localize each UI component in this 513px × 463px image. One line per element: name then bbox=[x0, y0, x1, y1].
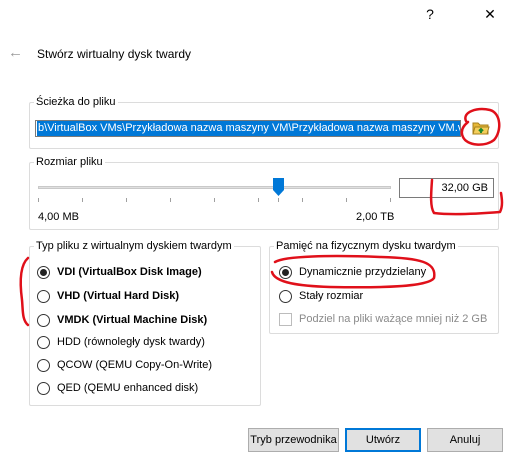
guided-mode-button[interactable]: Tryb przewodnika bbox=[248, 428, 339, 452]
radio-dynamic-button[interactable] bbox=[279, 265, 292, 279]
file-path-input[interactable]: b\VirtualBox VMs\Przykładowa nazwa maszy… bbox=[35, 120, 461, 137]
file-path-value: b\VirtualBox VMs\Przykładowa nazwa maszy… bbox=[37, 121, 460, 136]
radio-hdd[interactable]: HDD (równoległy dysk twardy) bbox=[37, 334, 205, 350]
radio-qcow-label: QCOW (QEMU Copy-On-Write) bbox=[57, 359, 213, 371]
split-checkbox[interactable] bbox=[279, 312, 292, 326]
size-slider-ticks bbox=[38, 198, 391, 203]
radio-dynamic[interactable]: Dynamicznie przydzielany bbox=[279, 264, 426, 280]
radio-fixed-button[interactable] bbox=[279, 289, 292, 303]
radio-vdi-button[interactable] bbox=[37, 265, 50, 279]
choose-file-button[interactable] bbox=[470, 117, 492, 139]
radio-qcow-button[interactable] bbox=[37, 358, 50, 372]
radio-qed[interactable]: QED (QEMU enhanced disk) bbox=[37, 380, 198, 396]
radio-vdi-label: VDI (VirtualBox Disk Image) bbox=[57, 266, 202, 278]
radio-qed-label: QED (QEMU enhanced disk) bbox=[57, 382, 199, 394]
radio-vmdk-label: VMDK (Virtual Machine Disk) bbox=[57, 314, 208, 326]
annotation-type-bracket bbox=[19, 256, 30, 327]
size-min-label: 4,00 MB bbox=[38, 211, 79, 223]
file-type-legend: Typ pliku z wirtualnym dyskiem twardym bbox=[36, 240, 232, 252]
file-size-legend: Rozmiar pliku bbox=[36, 156, 103, 168]
size-input[interactable]: 32,00 GB bbox=[399, 178, 494, 198]
back-arrow-icon[interactable]: ← bbox=[8, 44, 23, 61]
split-checkbox-row[interactable]: Podziel na pliki ważące mniej niż 2 GB bbox=[279, 311, 487, 327]
radio-vmdk-button[interactable] bbox=[37, 313, 50, 327]
radio-vdi[interactable]: VDI (VirtualBox Disk Image) bbox=[37, 264, 202, 280]
folder-open-icon bbox=[472, 122, 490, 135]
dialog-title: Stwórz wirtualny dysk twardy bbox=[37, 47, 192, 61]
radio-vmdk[interactable]: VMDK (Virtual Machine Disk) bbox=[37, 312, 207, 328]
radio-hdd-button[interactable] bbox=[37, 335, 50, 349]
radio-qed-button[interactable] bbox=[37, 381, 50, 395]
help-button[interactable]: ? bbox=[416, 2, 444, 26]
cancel-button[interactable]: Anuluj bbox=[427, 428, 503, 452]
radio-fixed[interactable]: Stały rozmiar bbox=[279, 288, 363, 304]
radio-vhd[interactable]: VHD (Virtual Hard Disk) bbox=[37, 288, 179, 304]
split-checkbox-label: Podziel na pliki ważące mniej niż 2 GB bbox=[299, 313, 488, 325]
size-slider-track[interactable] bbox=[38, 186, 391, 189]
close-button[interactable]: ✕ bbox=[476, 2, 504, 26]
create-button[interactable]: Utwórz bbox=[345, 428, 421, 452]
radio-vhd-label: VHD (Virtual Hard Disk) bbox=[57, 290, 180, 302]
file-path-legend: Ścieżka do pliku bbox=[36, 96, 116, 108]
radio-fixed-label: Stały rozmiar bbox=[299, 290, 364, 302]
size-slider-handle[interactable] bbox=[273, 178, 284, 196]
radio-hdd-label: HDD (równoległy dysk twardy) bbox=[57, 336, 205, 348]
radio-vhd-button[interactable] bbox=[37, 289, 50, 303]
radio-dynamic-label: Dynamicznie przydzielany bbox=[299, 266, 427, 278]
size-max-label: 2,00 TB bbox=[356, 211, 395, 223]
radio-qcow[interactable]: QCOW (QEMU Copy-On-Write) bbox=[37, 357, 212, 373]
storage-legend: Pamięć na fizycznym dysku twardym bbox=[276, 240, 456, 252]
